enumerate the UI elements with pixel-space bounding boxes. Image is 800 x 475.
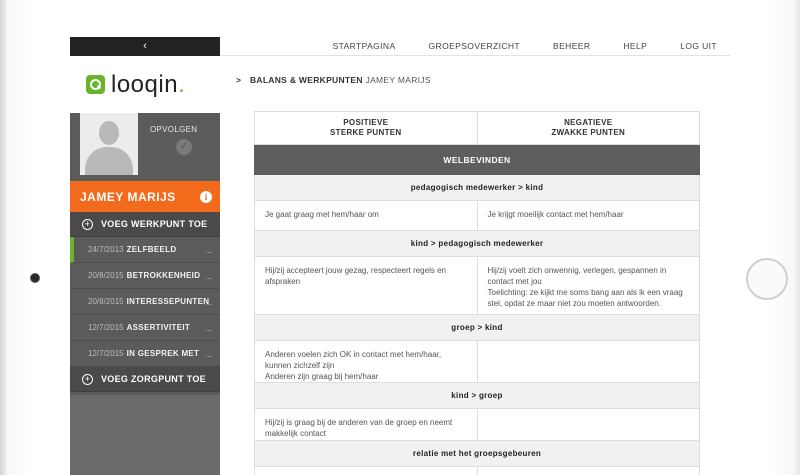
follow-label: OPVOLGEN — [150, 125, 198, 134]
group-title: pedagogisch medewerker > kind — [254, 175, 700, 201]
table-row: Je gaat graag met hem/haar om Je krijgt … — [254, 201, 700, 231]
nav-link-beheer[interactable]: BEHEER — [533, 37, 603, 56]
breadcrumb: > BALANS & WERKPUNTEN JAMEY MARIJS — [236, 75, 431, 85]
table-row: Anderen voelen zich OK in contact met he… — [254, 341, 700, 383]
item-date: 20/8/2015 — [88, 297, 124, 306]
sidebar-footer — [70, 395, 220, 475]
collapse-sidebar-button[interactable]: ‹ — [70, 37, 220, 56]
sidebar-item-interessepunten[interactable]: 20/8/2015 INTERESSEPUNTEN ... — [70, 289, 220, 315]
logo-text: looqin. — [111, 70, 186, 98]
negative-cell[interactable]: Je krijgt moeilijk contact met hem/haar — [478, 201, 700, 230]
sidebar-item-betrokkenheid[interactable]: 20/8/2015 BETROKKENHEID ... — [70, 263, 220, 289]
plus-circle-icon: + — [82, 373, 93, 385]
child-name-bar: JAMEY MARIJS i — [70, 181, 220, 212]
item-label: ZELFBEELD — [126, 245, 177, 254]
nav-link-log-uit[interactable]: LOG UIT — [660, 37, 730, 56]
sidebar: ‹ looqin. OPVOLGEN ✓ JAMEY MARIJS i + VO… — [70, 37, 220, 475]
breadcrumb-person: JAMEY MARIJS — [365, 75, 431, 85]
device-bezel-top — [70, 0, 730, 37]
negative-cell[interactable] — [478, 467, 700, 475]
app-screen: ‹ looqin. OPVOLGEN ✓ JAMEY MARIJS i + VO… — [70, 37, 730, 475]
chevron-left-icon: ‹ — [143, 40, 147, 52]
group-title: groep > kind — [254, 315, 700, 341]
nav-link-help[interactable]: HELP — [603, 37, 660, 56]
nav-link-startpagina[interactable]: STARTPAGINA — [313, 37, 409, 56]
add-workpoint-button[interactable]: + VOEG WERKPUNT TOE — [70, 212, 220, 237]
logo-q-icon — [86, 75, 105, 94]
section-title: WELBEVINDEN — [254, 145, 700, 175]
item-label: ASSERTIVITEIT — [126, 323, 191, 332]
item-label: BETROKKENHEID — [126, 271, 201, 280]
negative-cell[interactable] — [478, 409, 700, 440]
more-icon[interactable]: ... — [205, 298, 212, 307]
device-bezel-right — [730, 0, 800, 475]
table-row: Hij/zij accepteert jouw gezag, respectee… — [254, 257, 700, 315]
sidebar-item-assertiviteit[interactable]: 12/7/2015 ASSERTIVITEIT ... — [70, 315, 220, 341]
group-title: relatie met het groepsgebeuren — [254, 441, 700, 467]
device-bezel-left — [0, 0, 70, 475]
item-label: IN GESPREK MET — [126, 349, 200, 358]
add-workpoint-label: VOEG WERKPUNT TOE — [101, 219, 208, 229]
item-date: 12/7/2015 — [88, 323, 124, 332]
ipad-frame: ‹ looqin. OPVOLGEN ✓ JAMEY MARIJS i + VO… — [0, 0, 800, 475]
breadcrumb-section[interactable]: BALANS & WERKPUNTEN — [250, 75, 363, 85]
follow-check-icon[interactable]: ✓ — [176, 139, 192, 155]
child-name: JAMEY MARIJS — [80, 189, 176, 204]
positive-cell[interactable] — [255, 467, 478, 475]
item-date: 24/7/2013 — [88, 245, 124, 254]
nav-link-groepsoverzicht[interactable]: GROEPSOVERZICHT — [409, 37, 533, 56]
info-icon[interactable]: i — [200, 190, 212, 203]
positive-cell[interactable]: Hij/zij accepteert jouw gezag, respectee… — [255, 257, 478, 314]
add-carepoint-button[interactable]: + VOEG ZORGPUNT TOE — [70, 367, 220, 392]
matrix-header: POSITIEVE STERKE PUNTEN NEGATIEVE ZWAKKE… — [254, 111, 700, 145]
group-title: kind > groep — [254, 383, 700, 409]
balance-matrix: POSITIEVE STERKE PUNTEN NEGATIEVE ZWAKKE… — [254, 111, 700, 475]
avatar — [80, 113, 138, 175]
more-icon[interactable]: ... — [205, 324, 212, 333]
item-date: 20/8/2015 — [88, 271, 124, 280]
top-nav: STARTPAGINA GROEPSOVERZICHT BEHEER HELP … — [220, 37, 730, 56]
item-date: 12/7/2015 — [88, 349, 124, 358]
negative-cell[interactable] — [478, 341, 700, 382]
table-row — [254, 467, 700, 475]
add-carepoint-label: VOEG ZORGPUNT TOE — [101, 374, 206, 384]
home-button — [746, 258, 788, 300]
sidebar-item-in-gesprek-met[interactable]: 12/7/2015 IN GESPREK MET ... — [70, 341, 220, 367]
chevron-right-icon: > — [236, 75, 242, 85]
item-label: INTERESSEPUNTEN — [126, 297, 210, 306]
camera-icon — [31, 274, 39, 282]
positive-cell[interactable]: Hij/zij is graag bij de anderen van de g… — [255, 409, 478, 440]
positive-cell[interactable]: Je gaat graag met hem/haar om — [255, 201, 478, 230]
group-title: kind > pedagogisch medewerker — [254, 231, 700, 257]
column-positive-header: POSITIEVE STERKE PUNTEN — [255, 112, 478, 144]
more-icon[interactable]: ... — [205, 272, 212, 281]
logo[interactable]: looqin. — [70, 56, 220, 113]
sidebar-item-zelfbeeld[interactable]: 24/7/2013 ZELFBEELD ... — [70, 237, 220, 263]
profile-panel: OPVOLGEN ✓ — [70, 113, 220, 181]
column-negative-header: NEGATIEVE ZWAKKE PUNTEN — [551, 118, 626, 137]
table-row: Hij/zij is graag bij de anderen van de g… — [254, 409, 700, 441]
more-icon[interactable]: ... — [205, 246, 212, 255]
positive-cell[interactable]: Anderen voelen zich OK in contact met he… — [255, 341, 478, 382]
negative-cell[interactable]: Hij/zij voelt zich onwennig, verlegen, g… — [478, 257, 700, 314]
plus-circle-icon: + — [82, 218, 93, 230]
more-icon[interactable]: ... — [205, 350, 212, 359]
